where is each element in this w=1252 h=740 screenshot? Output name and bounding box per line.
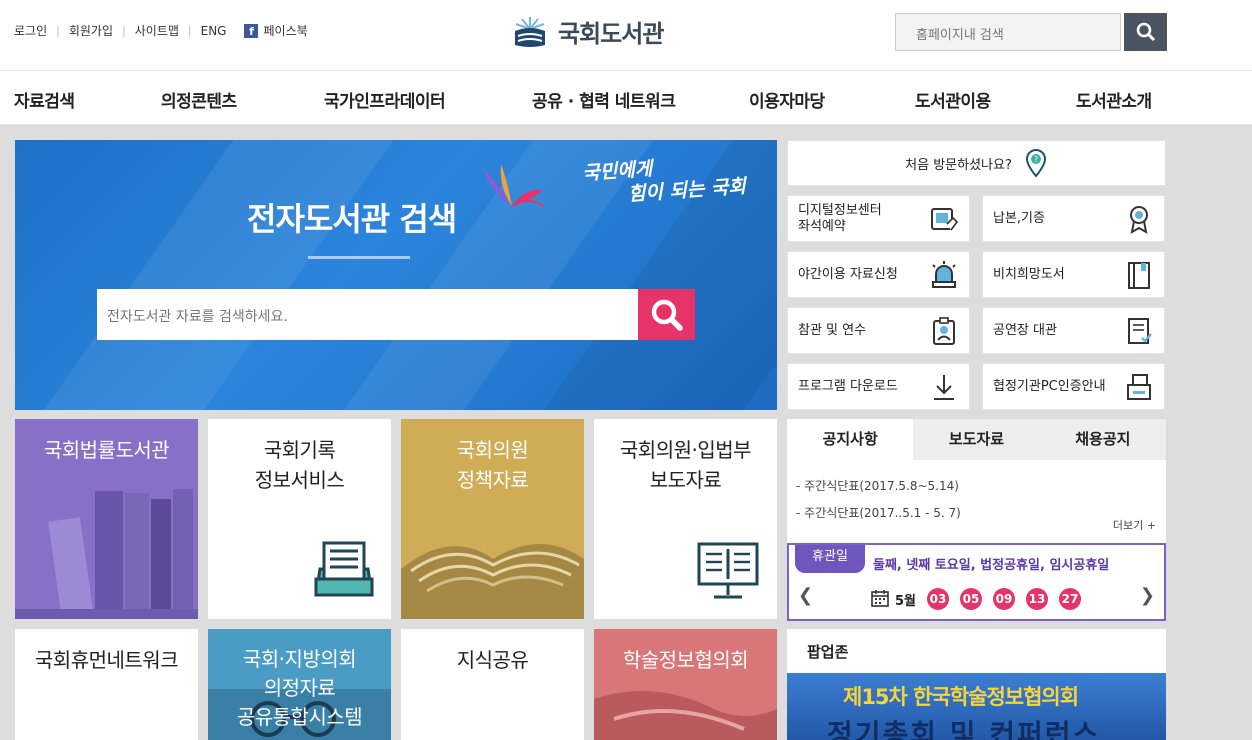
id-badge-icon	[933, 317, 955, 345]
tile-press-releases[interactable]: 국회의원·입법부 보도자료	[594, 419, 777, 619]
popup-banner-line1: 제15차 한국학술정보협의회	[843, 685, 1079, 709]
tile-title: 국회·지방의회 의정자료 공유통합시스템	[236, 647, 363, 729]
tile-integrated-system[interactable]: 국회·지방의회 의정자료 공유통합시스템	[208, 629, 391, 740]
facebook-icon[interactable]: f	[244, 23, 259, 38]
quick-visit-training[interactable]: 참관 및 연수	[787, 307, 970, 354]
tile-law-library[interactable]: 국회법률도서관	[15, 419, 198, 619]
tile-title: 학술정보협의회	[622, 648, 749, 672]
closed-day: 03	[927, 588, 950, 610]
nav-about-library[interactable]: 도서관소개	[1076, 87, 1152, 112]
list-item[interactable]: - 주간식단표(2017..5.1 - 5. 7)	[796, 500, 961, 527]
tile-title: 지식공유	[456, 648, 529, 672]
open-book-photo	[401, 544, 584, 619]
quick-hall-rental[interactable]: 공연장 대관	[982, 307, 1165, 354]
closed-day: 09	[993, 588, 1016, 610]
site-search-input[interactable]: 홈페이지내 검색	[895, 13, 1121, 51]
english-link[interactable]: ENG	[201, 24, 227, 38]
tile-title: 국회휴먼네트워크	[34, 648, 179, 672]
notice-list: - 주간식단표(2017.5.8~5.14) - 주간식단표(2017..5.1…	[796, 473, 961, 527]
printer-icon	[1127, 374, 1151, 400]
closed-day: 27	[1059, 588, 1082, 610]
search-icon	[651, 299, 683, 331]
calendar-icon	[871, 590, 889, 607]
download-icon	[934, 375, 954, 400]
quick-program-download[interactable]: 프로그램 다운로드	[787, 363, 970, 410]
utility-links: 로그인 | 회원가입 | 사이트맵 | ENG f 페이스북	[14, 22, 308, 39]
chevron-right-icon[interactable]: ❯	[1140, 585, 1155, 606]
alarm-light-icon	[932, 261, 956, 288]
facebook-link[interactable]: 페이스북	[263, 22, 307, 39]
book-icon	[1128, 262, 1150, 289]
quick-partner-pc-auth[interactable]: 협정기관PC인증안내	[982, 363, 1165, 410]
popup-banner-line2: 정기총회 및 컨퍼런스	[827, 718, 1101, 740]
e-library-search-input[interactable]: 전자도서관 자료를 검색하세요.	[97, 289, 638, 340]
tile-title: 국회법률도서관	[43, 438, 170, 462]
popup-zone: 팝업존 제15차 한국학술정보협의회 정기총회 및 컨퍼런스	[787, 629, 1166, 740]
tile-title: 국회기록 정보서비스	[254, 438, 345, 492]
archive-tray-icon	[314, 541, 374, 597]
quick-digital-seat-reservation[interactable]: 디지털정보센터 좌석예약	[787, 195, 970, 242]
tile-title: 국회의원·입법부 보도자료	[619, 438, 752, 492]
closed-days-badge: 휴관일	[795, 545, 865, 573]
quick-night-request[interactable]: 야간이용 자료신청	[787, 251, 970, 298]
login-link[interactable]: 로그인	[14, 22, 47, 39]
document-check-icon	[1128, 318, 1152, 344]
notice-tabs: 공지사항 보도자료 채용공지	[787, 419, 1166, 460]
tablet-touch-icon	[931, 208, 959, 231]
tab-press[interactable]: 보도자료	[913, 419, 1039, 460]
award-ribbon-icon	[1130, 206, 1148, 234]
site-search-button[interactable]	[1124, 13, 1167, 51]
closed-days-description: 둘째, 넷째 토요일, 법정공휴일, 임시공휴일	[873, 558, 1110, 573]
tile-academic-council[interactable]: 학술정보협의회	[594, 629, 777, 740]
sitemap-link[interactable]: 사이트맵	[135, 22, 179, 39]
popup-banner[interactable]: 제15차 한국학술정보협의회 정기총회 및 컨퍼런스	[787, 673, 1166, 740]
banner-divider	[308, 256, 410, 259]
month-label: 5월	[895, 593, 917, 609]
popup-zone-title: 팝업존	[807, 643, 849, 661]
tile-knowledge-sharing[interactable]: 지식공유	[401, 629, 584, 740]
e-library-search-button[interactable]	[638, 289, 695, 340]
tile-title: 국회의원 정책자료	[456, 438, 529, 492]
banner-title: 전자도서관 검색	[247, 200, 457, 238]
tab-notices[interactable]: 공지사항	[787, 419, 914, 460]
quick-book-request[interactable]: 비치희망도서	[982, 251, 1165, 298]
book-fan-icon	[483, 164, 544, 207]
nav-user-space[interactable]: 이용자마당	[749, 87, 825, 112]
reading-photo	[594, 691, 777, 740]
nav-legislative-contents[interactable]: 의정콘텐츠	[161, 87, 237, 112]
svg-text:?: ?	[1034, 155, 1038, 164]
books-photo	[15, 489, 198, 619]
chevron-left-icon[interactable]: ❮	[798, 585, 813, 606]
nav-national-infra-data[interactable]: 국가인프라데이터	[324, 87, 446, 112]
site-logo[interactable]: 국회도서관	[512, 14, 664, 49]
list-item[interactable]: - 주간식단표(2017.5.8~5.14)	[796, 473, 961, 500]
closed-day: 13	[1026, 588, 1049, 610]
notice-board: 공지사항 보도자료 채용공지 - 주간식단표(2017.5.8~5.14) - …	[787, 419, 1166, 621]
tile-human-network[interactable]: 국회휴먼네트워크	[15, 629, 198, 740]
quick-deposit-donation[interactable]: 납본,기증	[982, 195, 1165, 242]
first-visit-button[interactable]: 처음 방문하셨나요? ?	[787, 140, 1166, 186]
tile-records-service[interactable]: 국회기록 정보서비스	[208, 419, 391, 619]
monitor-book-icon	[697, 542, 759, 599]
logo-text: 국회도서관	[558, 20, 664, 48]
e-library-search-banner: 전자도서관 검색 국민에게 힘이 되는 국회 전자도서관 자료를 검색하세요.	[15, 140, 777, 410]
nav-library-use[interactable]: 도서관이용	[915, 87, 991, 112]
closed-day: 05	[960, 588, 983, 610]
first-visit-label: 처음 방문하셨나요?	[905, 157, 1012, 173]
library-emblem-icon	[512, 15, 548, 49]
tab-recruitment[interactable]: 채용공지	[1040, 419, 1166, 460]
closed-days-panel: 휴관일 둘째, 넷째 토요일, 법정공휴일, 임시공휴일 ❮ ❯ 5월 03 0…	[787, 543, 1166, 621]
closed-days-row: 5월 03 05 09 13 27	[895, 588, 1082, 610]
tile-member-policy-materials[interactable]: 국회의원 정책자료	[401, 419, 584, 619]
more-link[interactable]: 더보기 +	[1113, 517, 1156, 533]
map-pin-question-icon: ?	[1025, 149, 1046, 178]
search-icon	[1136, 22, 1155, 42]
signup-link[interactable]: 회원가입	[69, 22, 113, 39]
top-bar: 로그인 | 회원가입 | 사이트맵 | ENG f 페이스북 국회도서관 홈페이…	[0, 0, 1252, 70]
nav-search[interactable]: 자료검색	[14, 87, 75, 112]
main-navigation: 자료검색 의정콘텐츠 국가인프라데이터 공유 · 협력 네트워크 이용자마당 도…	[0, 70, 1252, 125]
nav-sharing-network[interactable]: 공유 · 협력 네트워크	[532, 87, 676, 112]
